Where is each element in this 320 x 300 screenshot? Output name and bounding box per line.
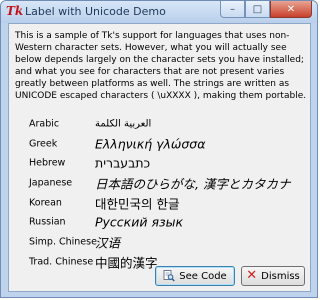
sample-text: Русский язык xyxy=(95,214,184,230)
sample-row-arabic: Arabic العربية الكلمة xyxy=(29,114,299,134)
sample-row-japanese: Japanese 日本語のひらがな, 漢字とカタカナ xyxy=(29,173,299,193)
magnifier-document-icon xyxy=(163,270,176,282)
window-controls: – □ ✕ xyxy=(220,1,312,19)
sample-text: Ελληνική γλώσσα xyxy=(95,136,206,152)
see-code-button[interactable]: See Code xyxy=(155,266,235,286)
language-label: Korean xyxy=(29,197,62,209)
maximize-icon: □ xyxy=(252,3,263,15)
minimize-icon: – xyxy=(230,3,235,15)
language-label: Trad. Chinese xyxy=(29,256,94,268)
description-text: This is a sample of Tk's support for lan… xyxy=(15,31,307,101)
dismiss-label: Dismiss xyxy=(261,270,300,282)
sample-row-korean: Korean 대한민국의 한글 xyxy=(29,193,299,213)
sample-row-russian: Russian Русский язык xyxy=(29,212,299,232)
title-bar[interactable]: Tk Label with Unicode Demo – □ ✕ xyxy=(1,1,317,23)
app-window: Tk Label with Unicode Demo – □ ✕ This is… xyxy=(0,0,318,298)
language-label: Arabic xyxy=(29,118,60,130)
sample-text: العربية الكلمة xyxy=(95,118,152,130)
sample-text: 日本語のひらがな, 漢字とカタカナ xyxy=(95,176,291,192)
minimize-button[interactable]: – xyxy=(220,1,245,18)
maximize-button[interactable]: □ xyxy=(245,1,270,18)
dismiss-button[interactable]: ✕ Dismiss xyxy=(241,266,305,286)
language-label: Hebrew xyxy=(29,157,66,169)
see-code-label: See Code xyxy=(179,270,227,282)
language-label: Simp. Chinese xyxy=(29,236,97,248)
sample-text: 中國的漢字 xyxy=(95,255,158,271)
red-x-icon: ✕ xyxy=(246,268,258,283)
sample-row-hebrew: Hebrew כתבעברית xyxy=(29,153,299,173)
samples-list: Arabic العربية الكلمة Greek Ελληνική γλώ… xyxy=(29,114,299,272)
client-area: This is a sample of Tk's support for lan… xyxy=(8,23,311,292)
close-icon: ✕ xyxy=(286,3,296,15)
window-title: Label with Unicode Demo xyxy=(25,5,166,18)
sample-text: כתבעברית xyxy=(95,155,151,171)
sample-text: 汉语 xyxy=(95,235,121,251)
button-row: See Code ✕ Dismiss xyxy=(155,266,305,286)
tk-feather-icon[interactable]: Tk xyxy=(6,4,23,19)
language-label: Russian xyxy=(29,216,66,228)
close-button[interactable]: ✕ xyxy=(270,1,312,18)
language-label: Greek xyxy=(29,138,58,150)
sample-row-simp-chinese: Simp. Chinese 汉语 xyxy=(29,232,299,252)
sample-row-greek: Greek Ελληνική γλώσσα xyxy=(29,134,299,154)
sample-text: 대한민국의 한글 xyxy=(95,196,180,212)
language-label: Japanese xyxy=(29,177,73,189)
